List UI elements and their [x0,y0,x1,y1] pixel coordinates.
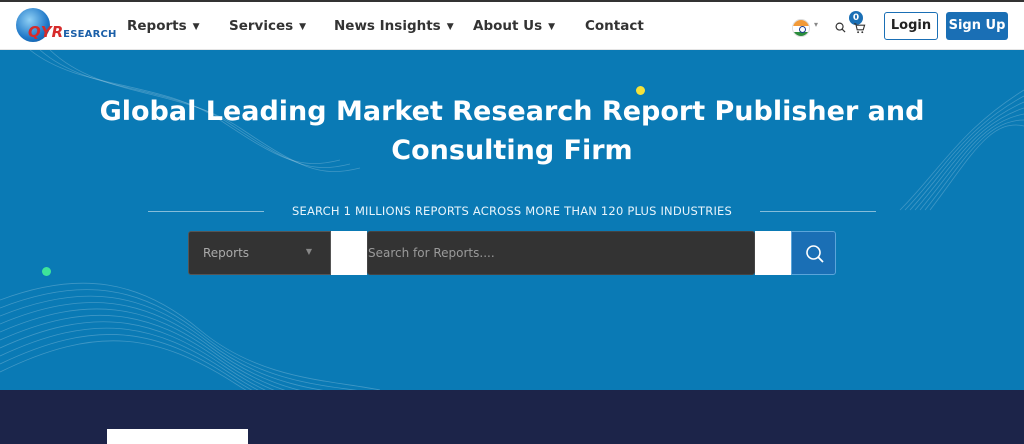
nav-item-services[interactable]: Services ▼ [229,18,306,34]
chevron-down-icon: ▼ [192,22,200,32]
nav-item-contact[interactable]: Contact [585,18,644,34]
chevron-down-icon: ▼ [446,22,454,32]
content-card [107,429,248,444]
chevron-down-icon: ▼ [548,22,556,32]
india-flag-icon[interactable] [792,19,810,37]
search-icon [806,245,824,263]
report-search-form: Reports ▼ [188,231,836,275]
search-input[interactable] [367,231,755,275]
decorative-dot [636,86,645,95]
signup-button[interactable]: Sign Up [946,12,1008,40]
divider-line [760,211,876,212]
search-button[interactable] [791,231,836,275]
hero-section: Global Leading Market Research Report Pu… [0,50,1024,390]
category-select-value: Reports [203,246,250,260]
nav-item-reports[interactable]: Reports ▼ [127,18,200,34]
login-button[interactable]: Login [884,12,938,40]
nav-item-about-us[interactable]: About Us ▼ [473,18,555,34]
search-icon[interactable] [835,22,846,33]
qyresearch-logo[interactable]: QYRESEARCH [14,8,116,46]
language-chevron-icon[interactable]: ▾ [814,20,818,29]
search-tagline: SEARCH 1 MILLIONS REPORTS ACROSS MORE TH… [291,204,733,218]
cart-icon[interactable] [853,21,866,34]
chevron-down-icon: ▼ [299,22,307,32]
hero-title: Global Leading Market Research Report Pu… [99,96,925,166]
category-select[interactable]: Reports ▼ [188,231,331,275]
main-navbar: QYRESEARCH Reports ▼ Services ▼ News Insig… [0,2,1024,50]
divider-line [148,211,264,212]
logo-wordmark: QYRESEARCH [28,23,117,41]
decorative-dot [42,267,51,276]
nav-item-news-insights[interactable]: News Insights ▼ [334,18,454,34]
chevron-down-icon: ▼ [305,247,312,256]
search-spacer [331,231,367,275]
search-spacer [755,231,791,275]
dark-content-band [0,390,1024,444]
